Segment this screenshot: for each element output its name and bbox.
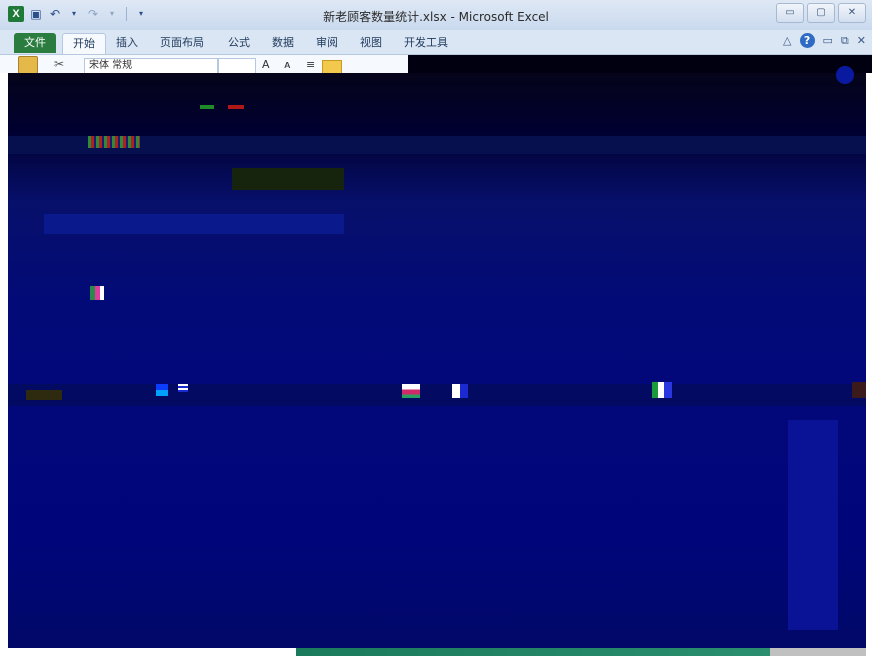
workbook-minimize-icon[interactable]: ▭ [823, 34, 833, 47]
align-icon[interactable]: ≡ [306, 58, 315, 71]
artifact-band [8, 384, 866, 406]
artifact-block [88, 136, 140, 148]
title-bar: X ▣ ↶ ▾ ↷ ▾ ▾ 新老顾客数量统计.xlsx - Microsoft … [0, 0, 872, 30]
font-name-dropdown[interactable]: 宋体 常规 [84, 58, 218, 74]
fill-color-icon[interactable] [322, 60, 342, 74]
status-bar-fill [296, 648, 770, 656]
ribbon-right-controls: △ ? ▭ ⧉ ✕ [783, 33, 866, 48]
zoom-area [770, 648, 866, 656]
maximize-button[interactable]: ▢ [807, 3, 835, 23]
tab-page-layout[interactable]: 页面布局 [160, 33, 204, 53]
right-edge [866, 73, 872, 656]
artifact-block [200, 105, 214, 109]
artifact-band [232, 168, 344, 190]
artifact-band [788, 420, 838, 630]
minimize-button[interactable]: ▭ [776, 3, 804, 23]
corrupted-worksheet-area [0, 73, 872, 656]
artifact-block [178, 384, 188, 392]
window-title: 新老顾客数量统计.xlsx - Microsoft Excel [323, 10, 549, 24]
tab-formulas[interactable]: 公式 [228, 33, 250, 53]
paste-icon[interactable] [18, 56, 38, 74]
font-size-dropdown[interactable] [218, 58, 256, 74]
artifact-block [852, 382, 866, 398]
grow-font-icon[interactable]: A [262, 58, 270, 71]
artifact-block [652, 382, 672, 398]
cut-icon[interactable]: ✂ [54, 57, 64, 71]
shrink-font-icon[interactable]: ᴀ [284, 58, 291, 71]
left-edge [0, 73, 8, 656]
artifact-block [402, 384, 420, 398]
artifact-block [90, 286, 104, 300]
window-controls: ▭ ▢ ✕ [776, 3, 866, 23]
minimize-ribbon-icon[interactable]: △ [783, 34, 791, 47]
tab-review[interactable]: 审阅 [316, 33, 338, 53]
tab-developer[interactable]: 开发工具 [404, 33, 448, 53]
artifact-block [452, 384, 468, 398]
tab-insert[interactable]: 插入 [116, 33, 138, 53]
artifact-block [26, 390, 62, 400]
artifact-block [156, 384, 168, 396]
help-icon[interactable]: ? [799, 33, 815, 48]
ribbon-tabs: 文件 开始 插入 页面布局 公式 数据 审阅 视图 开发工具 [0, 30, 872, 55]
tab-file[interactable]: 文件 [14, 33, 56, 53]
corrupted-region-top [408, 55, 872, 73]
tab-view[interactable]: 视图 [360, 33, 382, 53]
artifact-block [836, 66, 854, 84]
workbook-close-icon[interactable]: ✕ [857, 34, 866, 47]
tab-home[interactable]: 开始 [62, 33, 106, 54]
workbook-restore-icon[interactable]: ⧉ [841, 34, 849, 48]
artifact-block [228, 105, 244, 109]
artifact-band [44, 214, 344, 234]
tab-data[interactable]: 数据 [272, 33, 294, 53]
close-button[interactable]: ✕ [838, 3, 866, 23]
